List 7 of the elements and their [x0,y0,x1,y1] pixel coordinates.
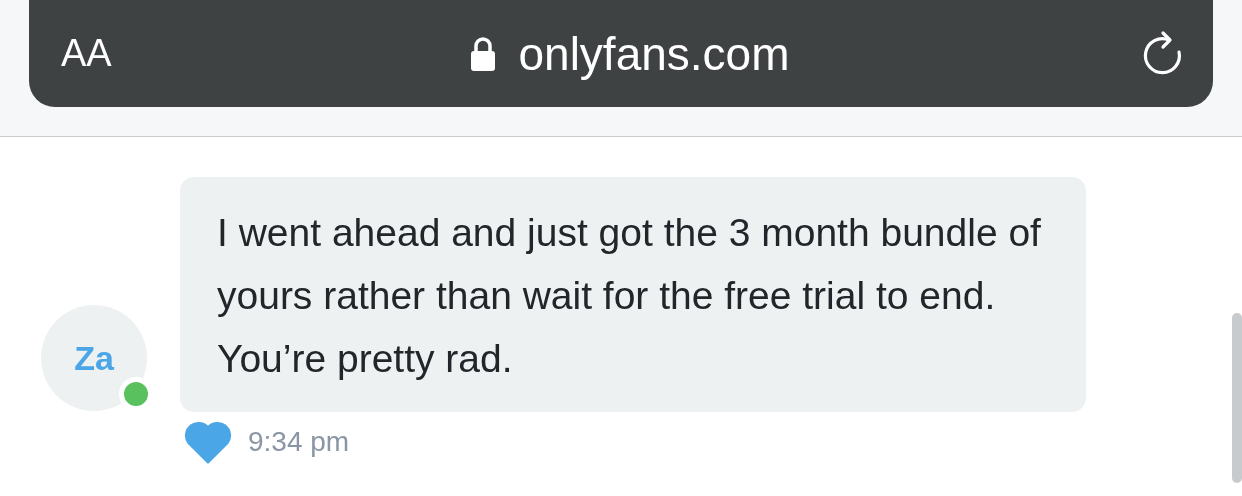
url-text[interactable]: onlyfans.com [518,26,790,81]
message-text: I went ahead and just got the 3 month bundle of yours rather than wait for the free trial to end. You’re pretty rad. [217,210,1042,382]
address-bar[interactable]: AA onlyfans.com [29,0,1213,107]
message-time: 9:34 pm [248,426,350,458]
heart-icon[interactable] [184,420,232,464]
text-size-button[interactable]: AA [61,32,201,75]
scrollbar[interactable] [1232,313,1242,483]
